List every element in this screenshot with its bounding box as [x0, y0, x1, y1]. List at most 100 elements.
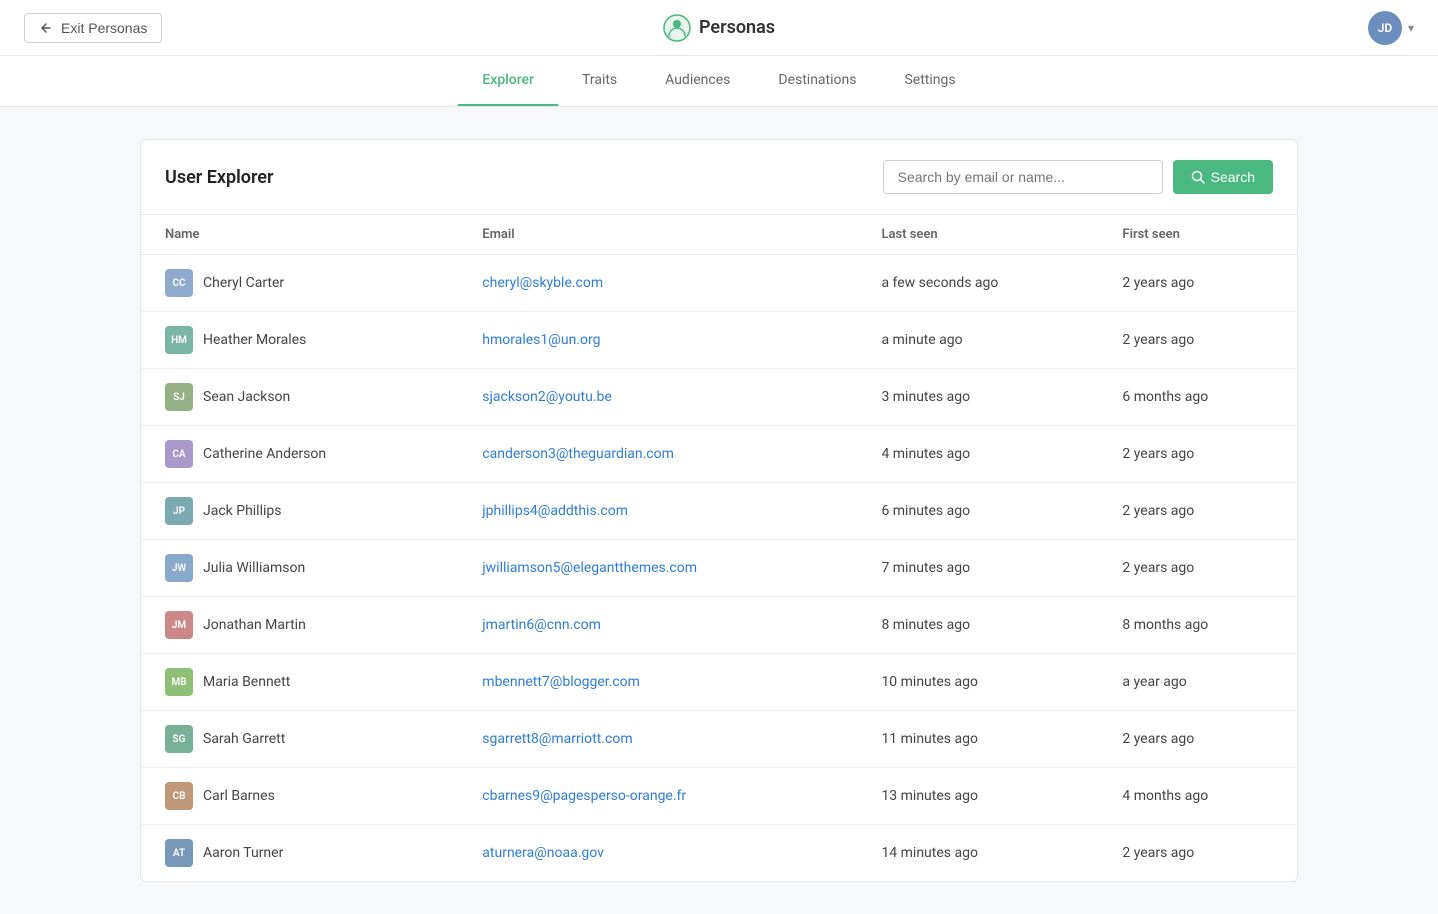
cell-first-seen: 4 months ago	[1106, 768, 1297, 825]
cell-name: HM Heather Morales	[141, 312, 466, 369]
search-input[interactable]	[883, 160, 1163, 194]
user-name: Jack Phillips	[203, 503, 281, 519]
cell-first-seen: 6 months ago	[1106, 369, 1297, 426]
cell-email: cheryl@skyble.com	[466, 255, 865, 312]
cell-last-seen: 8 minutes ago	[865, 597, 1106, 654]
avatar: HM	[165, 326, 193, 354]
avatar: JW	[165, 554, 193, 582]
cell-first-seen: 2 years ago	[1106, 426, 1297, 483]
table-row[interactable]: CC Cheryl Carter cheryl@skyble.com a few…	[141, 255, 1297, 312]
search-area: Search	[883, 160, 1273, 194]
user-name: Sean Jackson	[203, 389, 290, 405]
cell-email: mbennett7@blogger.com	[466, 654, 865, 711]
email-link[interactable]: jmartin6@cnn.com	[482, 617, 601, 633]
cell-name: SG Sarah Garrett	[141, 711, 466, 768]
email-link[interactable]: jwilliamson5@elegantthemes.com	[482, 560, 697, 576]
cell-first-seen: 2 years ago	[1106, 825, 1297, 882]
email-link[interactable]: cbarnes9@pagesperso-orange.fr	[482, 788, 686, 804]
avatar: SG	[165, 725, 193, 753]
exit-button[interactable]: Exit Personas	[24, 13, 162, 43]
email-link[interactable]: aturnera@noaa.gov	[482, 845, 604, 861]
cell-email: cbarnes9@pagesperso-orange.fr	[466, 768, 865, 825]
user-name: Sarah Garrett	[203, 731, 285, 747]
table-body: CC Cheryl Carter cheryl@skyble.com a few…	[141, 255, 1297, 882]
tab-navigation: Explorer Traits Audiences Destinations S…	[0, 56, 1438, 107]
col-last-seen: Last seen	[865, 215, 1106, 255]
avatar: CA	[165, 440, 193, 468]
table-row[interactable]: JM Jonathan Martin jmartin6@cnn.com 8 mi…	[141, 597, 1297, 654]
table-row[interactable]: SJ Sean Jackson sjackson2@youtu.be 3 min…	[141, 369, 1297, 426]
user-name: Maria Bennett	[203, 674, 290, 690]
email-link[interactable]: jphillips4@addthis.com	[482, 503, 628, 519]
cell-first-seen: 8 months ago	[1106, 597, 1297, 654]
avatar: JM	[165, 611, 193, 639]
search-button[interactable]: Search	[1173, 160, 1273, 194]
cell-last-seen: 7 minutes ago	[865, 540, 1106, 597]
cell-first-seen: a year ago	[1106, 654, 1297, 711]
user-explorer-card: User Explorer Search Name Email Last see…	[140, 139, 1298, 882]
email-link[interactable]: cheryl@skyble.com	[482, 275, 603, 291]
tab-traits[interactable]: Traits	[558, 56, 641, 106]
cell-first-seen: 2 years ago	[1106, 255, 1297, 312]
col-name: Name	[141, 215, 466, 255]
cell-last-seen: 3 minutes ago	[865, 369, 1106, 426]
cell-last-seen: 10 minutes ago	[865, 654, 1106, 711]
avatar: SJ	[165, 383, 193, 411]
cell-email: sjackson2@youtu.be	[466, 369, 865, 426]
cell-last-seen: a minute ago	[865, 312, 1106, 369]
table-row[interactable]: SG Sarah Garrett sgarrett8@marriott.com …	[141, 711, 1297, 768]
card-header: User Explorer Search	[141, 140, 1297, 215]
table-row[interactable]: JW Julia Williamson jwilliamson5@elegant…	[141, 540, 1297, 597]
email-link[interactable]: canderson3@theguardian.com	[482, 446, 674, 462]
cell-email: jmartin6@cnn.com	[466, 597, 865, 654]
cell-name: AT Aaron Turner	[141, 825, 466, 882]
user-name: Heather Morales	[203, 332, 306, 348]
user-name: Catherine Anderson	[203, 446, 326, 462]
email-link[interactable]: hmorales1@un.org	[482, 332, 600, 348]
cell-name: JW Julia Williamson	[141, 540, 466, 597]
cell-email: jphillips4@addthis.com	[466, 483, 865, 540]
table-header: Name Email Last seen First seen	[141, 215, 1297, 255]
table-row[interactable]: CB Carl Barnes cbarnes9@pagesperso-orang…	[141, 768, 1297, 825]
cell-last-seen: 4 minutes ago	[865, 426, 1106, 483]
cell-name: MB Maria Bennett	[141, 654, 466, 711]
users-table: Name Email Last seen First seen CC Chery…	[141, 215, 1297, 881]
cell-email: jwilliamson5@elegantthemes.com	[466, 540, 865, 597]
cell-name: JM Jonathan Martin	[141, 597, 466, 654]
tab-audiences[interactable]: Audiences	[641, 56, 754, 106]
main-content: User Explorer Search Name Email Last see…	[0, 107, 1438, 914]
cell-name: SJ Sean Jackson	[141, 369, 466, 426]
chevron-down-icon: ▾	[1408, 21, 1414, 35]
cell-first-seen: 2 years ago	[1106, 483, 1297, 540]
table-row[interactable]: CA Catherine Anderson canderson3@theguar…	[141, 426, 1297, 483]
search-button-label: Search	[1211, 169, 1255, 185]
col-email: Email	[466, 215, 865, 255]
email-link[interactable]: sjackson2@youtu.be	[482, 389, 612, 405]
avatar: AT	[165, 839, 193, 867]
top-nav: Exit Personas Personas JD ▾	[0, 0, 1438, 56]
tab-destinations[interactable]: Destinations	[754, 56, 880, 106]
search-icon	[1191, 170, 1205, 184]
tab-settings[interactable]: Settings	[880, 56, 979, 106]
user-avatar[interactable]: JD	[1368, 11, 1402, 45]
cell-first-seen: 2 years ago	[1106, 540, 1297, 597]
exit-label: Exit Personas	[61, 20, 147, 36]
cell-email: aturnera@noaa.gov	[466, 825, 865, 882]
user-menu[interactable]: JD ▾	[1368, 11, 1414, 45]
cell-email: canderson3@theguardian.com	[466, 426, 865, 483]
cell-last-seen: a few seconds ago	[865, 255, 1106, 312]
user-name: Carl Barnes	[203, 788, 275, 804]
cell-last-seen: 13 minutes ago	[865, 768, 1106, 825]
email-link[interactable]: mbennett7@blogger.com	[482, 674, 640, 690]
table-row[interactable]: HM Heather Morales hmorales1@un.org a mi…	[141, 312, 1297, 369]
tab-explorer[interactable]: Explorer	[458, 56, 558, 106]
table-row[interactable]: MB Maria Bennett mbennett7@blogger.com 1…	[141, 654, 1297, 711]
arrow-left-icon	[39, 21, 53, 35]
cell-name: CB Carl Barnes	[141, 768, 466, 825]
email-link[interactable]: sgarrett8@marriott.com	[482, 731, 632, 747]
table-row[interactable]: JP Jack Phillips jphillips4@addthis.com …	[141, 483, 1297, 540]
user-name: Cheryl Carter	[203, 275, 284, 291]
user-name: Julia Williamson	[203, 560, 305, 576]
table-row[interactable]: AT Aaron Turner aturnera@noaa.gov 14 min…	[141, 825, 1297, 882]
cell-last-seen: 11 minutes ago	[865, 711, 1106, 768]
